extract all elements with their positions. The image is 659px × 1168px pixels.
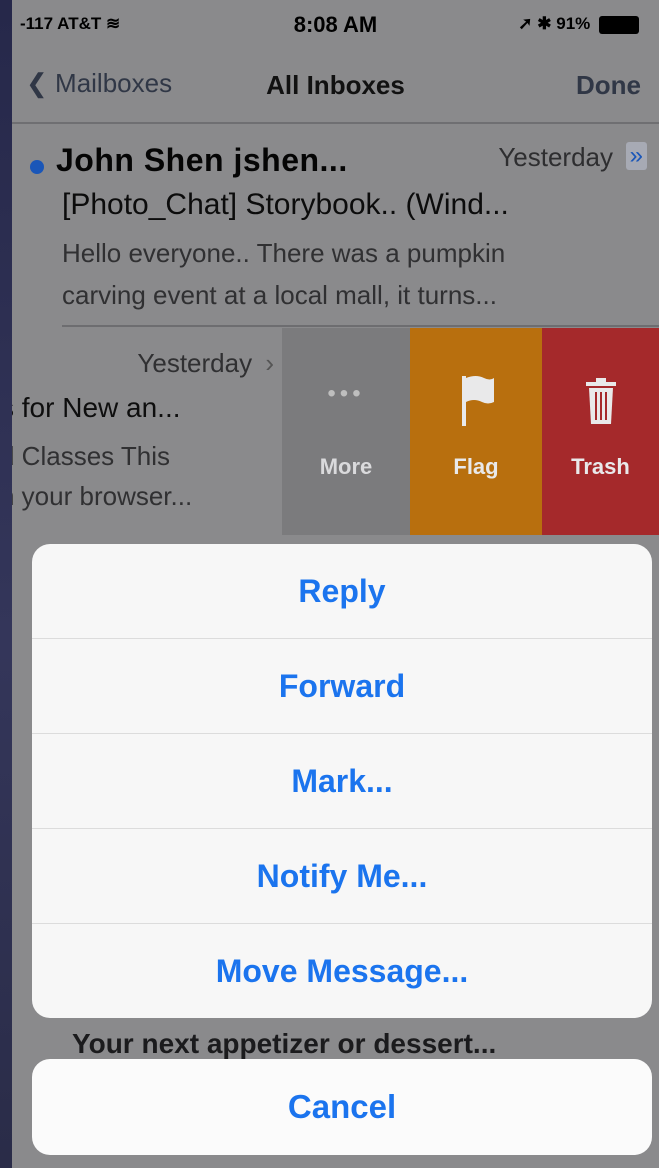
action-sheet: Reply Forward Mark... Notify Me... Move … (32, 544, 652, 1018)
battery-percent: 91% (556, 14, 591, 33)
swipe-more-button[interactable]: ••• More (282, 328, 410, 535)
background-message-row: Your next appetizer or dessert... (72, 1028, 497, 1059)
flag-icon (410, 372, 542, 435)
message-preview: d Classes This n your browser... (12, 436, 192, 516)
bluetooth-icon: ✱ (537, 14, 552, 33)
nav-bar: ❮ Mailboxes All Inboxes Done (12, 50, 659, 120)
message-date: Yesterday (498, 142, 613, 172)
swipe-trash-label: Trash (571, 454, 630, 479)
swipe-more-label: More (319, 454, 373, 479)
status-bar: -117 AT&T ≋ 8:08 AM ➚ ✱ 91% (12, 0, 659, 48)
swipe-trash-button[interactable]: Trash (542, 328, 659, 535)
battery-icon (599, 15, 639, 34)
forward-button[interactable]: Forward (32, 638, 652, 733)
unread-dot-icon (30, 160, 44, 174)
more-dots-icon: ••• (327, 380, 365, 407)
cancel-button[interactable]: Cancel (32, 1059, 652, 1155)
preview-line: n your browser... (12, 481, 193, 511)
page-title: All Inboxes (266, 70, 405, 100)
message-subject: [Photo_Chat] Storybook.. (Wind... (62, 188, 509, 221)
message-subject: s for New an... (12, 392, 181, 423)
move-message-button[interactable]: Move Message... (32, 923, 652, 1018)
notify-me-button[interactable]: Notify Me... (32, 828, 652, 923)
preview-line: carving event at a local mall, it turns.… (62, 280, 497, 310)
done-button[interactable]: Done (576, 70, 641, 101)
message-preview: Hello everyone.. There was a pumpkin car… (62, 232, 652, 316)
message-row[interactable]: John Shen jshen... Yesterday » [Photo_Ch… (12, 130, 659, 325)
nav-divider (12, 122, 659, 124)
location-icon: ➚ (518, 14, 533, 33)
thread-chevron-icon[interactable]: » (625, 142, 647, 170)
mark-button[interactable]: Mark... (32, 733, 652, 828)
message-date-text: Yesterday (137, 348, 253, 378)
swipe-flag-label: Flag (453, 454, 499, 479)
preview-line: d Classes This (12, 441, 171, 471)
trash-icon (542, 378, 659, 433)
swipe-flag-button[interactable]: Flag (410, 328, 542, 535)
preview-line: Hello everyone.. There was a pumpkin (62, 238, 506, 268)
reply-button[interactable]: Reply (32, 544, 652, 638)
message-row-swiped[interactable]: Yesterday › s for New an... d Classes Th… (12, 328, 282, 533)
row-divider (62, 325, 659, 327)
status-right: ➚ ✱ 91% (518, 14, 639, 34)
message-date: Yesterday › (137, 348, 274, 379)
message-sender: John Shen jshen... (56, 142, 348, 178)
chevron-right-icon: › (265, 348, 274, 378)
